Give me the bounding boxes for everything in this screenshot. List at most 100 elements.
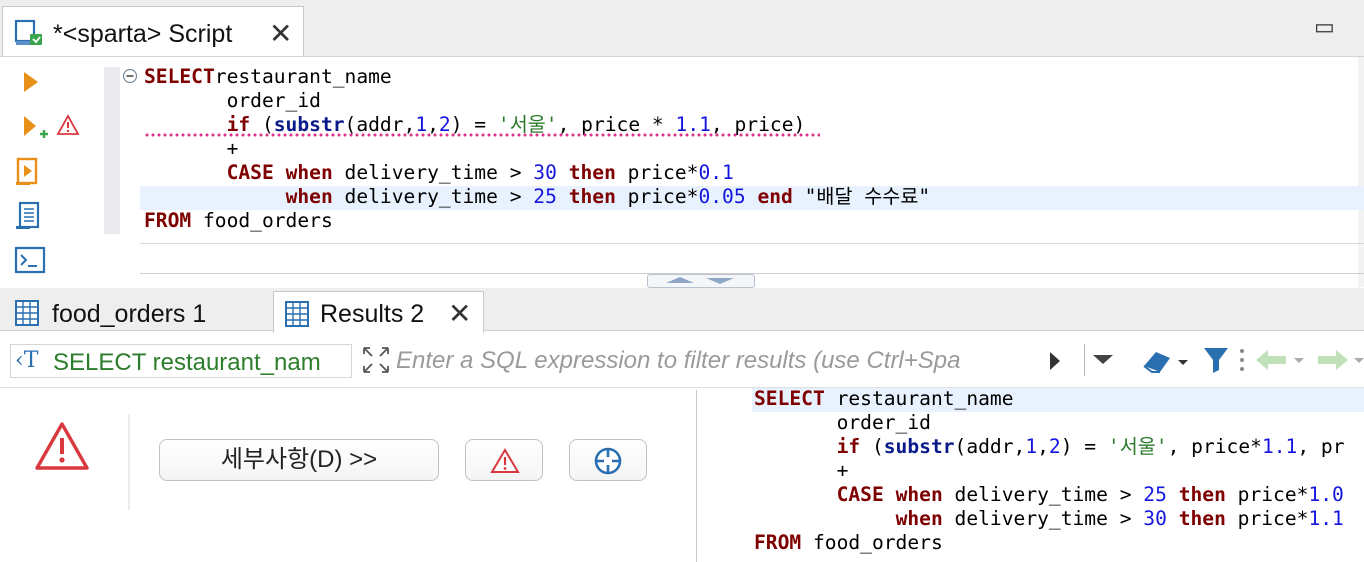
error-icon bbox=[34, 420, 90, 477]
sql-number: 0.1 bbox=[698, 161, 734, 184]
warning-icon bbox=[490, 448, 520, 479]
code-line: when delivery_time > 30 then price*1.1 bbox=[754, 507, 1344, 531]
sql-keyword: when bbox=[285, 161, 333, 184]
sql-token: restaurant_name bbox=[214, 65, 392, 88]
tab-food-orders[interactable]: food_orders 1 bbox=[8, 291, 268, 331]
execute-in-new-tab-icon[interactable] bbox=[18, 112, 50, 149]
sql-number: 1.0 bbox=[1308, 483, 1344, 506]
navigate-to-error-button[interactable] bbox=[569, 439, 647, 481]
sql-token: delivery_time > bbox=[942, 483, 1144, 506]
sql-keyword: SELECT bbox=[144, 65, 215, 88]
sql-number: 30 bbox=[1143, 507, 1167, 530]
sql-token: food_orders bbox=[801, 531, 943, 554]
sash-toggle[interactable] bbox=[647, 274, 755, 288]
sql-token: delivery_time > bbox=[332, 185, 534, 208]
console-icon[interactable] bbox=[14, 246, 46, 279]
close-icon[interactable]: ✕ bbox=[269, 17, 292, 50]
code-line: SELECT restaurant_name bbox=[754, 387, 1014, 411]
sql-keyword: when bbox=[895, 483, 943, 506]
sql-function: substr bbox=[883, 435, 955, 458]
sql-keyword: end bbox=[757, 185, 793, 208]
table-icon bbox=[14, 299, 40, 332]
collapse-icon[interactable] bbox=[122, 68, 138, 89]
sql-keyword: then bbox=[1178, 483, 1226, 506]
sql-keyword: then bbox=[568, 161, 616, 184]
execute-script-icon[interactable] bbox=[14, 156, 44, 193]
code-line: FROM food_orders bbox=[144, 209, 333, 233]
sql-token: food_orders bbox=[191, 209, 333, 232]
forward-arrow-icon[interactable] bbox=[1314, 346, 1364, 379]
sql-token: restaurant_name bbox=[824, 387, 1014, 410]
code-line: SELECTrestaurant_name bbox=[144, 65, 392, 89]
tab-results[interactable]: Results 2 ✕ bbox=[273, 291, 484, 333]
query-text-chip[interactable]: ‹T SELECT restaurant_nam bbox=[10, 344, 352, 378]
error-underline bbox=[144, 133, 820, 137]
explain-plan-icon[interactable] bbox=[14, 200, 44, 237]
sql-keyword: when bbox=[895, 507, 943, 530]
tab-food-orders-label: food_orders 1 bbox=[52, 300, 207, 328]
sql-keyword: FROM bbox=[144, 209, 192, 232]
sql-token: "배달 수수료" bbox=[792, 185, 931, 208]
minimize-button[interactable]: ▭ bbox=[1314, 14, 1335, 40]
code-line: CASE when delivery_time > 25 then price*… bbox=[754, 483, 1344, 507]
sql-token: delivery_time > bbox=[942, 507, 1144, 530]
sql-token: + bbox=[836, 459, 849, 482]
filter-icon[interactable] bbox=[1202, 344, 1230, 381]
sql-token: , bbox=[1037, 435, 1049, 458]
sql-number: 30 bbox=[533, 161, 557, 184]
code-line: + bbox=[754, 459, 849, 483]
show-error-log-button[interactable] bbox=[465, 439, 543, 481]
code-line: if (substr(addr,1,2) = '서울', price*1.1, … bbox=[754, 435, 1345, 459]
eraser-icon[interactable] bbox=[1140, 344, 1190, 381]
expand-icon[interactable] bbox=[360, 344, 392, 381]
sql-token: price* bbox=[615, 161, 699, 184]
sql-keyword: CASE bbox=[226, 161, 274, 184]
sql-number: 25 bbox=[533, 185, 557, 208]
sql-keyword: then bbox=[1178, 507, 1226, 530]
panel-divider[interactable] bbox=[696, 390, 697, 562]
filter-history-dropdown[interactable] bbox=[1084, 344, 1123, 376]
sql-token: + bbox=[226, 137, 239, 160]
details-button[interactable]: 세부사항(D) >> bbox=[159, 439, 439, 481]
execute-statement-icon[interactable] bbox=[18, 68, 42, 101]
target-icon bbox=[593, 446, 623, 481]
sql-keyword: FROM bbox=[754, 531, 802, 554]
sql-token: price* bbox=[1225, 483, 1309, 506]
tab-results-label: Results 2 bbox=[320, 300, 425, 328]
back-arrow-icon[interactable] bbox=[1254, 346, 1306, 379]
sql-token: price* bbox=[1225, 507, 1309, 530]
tab-script[interactable]: *<sparta> Script ✕ bbox=[2, 6, 304, 56]
play-icon[interactable] bbox=[1048, 350, 1062, 377]
sql-text-icon: ‹T bbox=[15, 348, 39, 373]
sql-number: 1.1 bbox=[1261, 435, 1298, 458]
sql-token: , price* bbox=[1167, 435, 1262, 458]
sql-token: delivery_time > bbox=[332, 161, 534, 184]
sql-token: (addr, bbox=[954, 435, 1026, 458]
sql-token: ( bbox=[860, 435, 884, 458]
code-line: CASE when delivery_time > 30 then price*… bbox=[144, 161, 734, 185]
sql-keyword: when bbox=[285, 185, 333, 208]
sql-token: ) = bbox=[1060, 435, 1108, 458]
sql-keyword: if bbox=[836, 435, 861, 458]
sql-number: 25 bbox=[1143, 483, 1167, 506]
filter-input[interactable] bbox=[396, 344, 1044, 378]
code-line: when delivery_time > 25 then price*0.05 … bbox=[144, 185, 931, 209]
warning-icon bbox=[56, 114, 80, 141]
close-icon[interactable]: ✕ bbox=[448, 297, 471, 330]
table-icon bbox=[284, 300, 310, 333]
more-icon[interactable] bbox=[1238, 346, 1246, 379]
code-line: + bbox=[144, 137, 239, 161]
